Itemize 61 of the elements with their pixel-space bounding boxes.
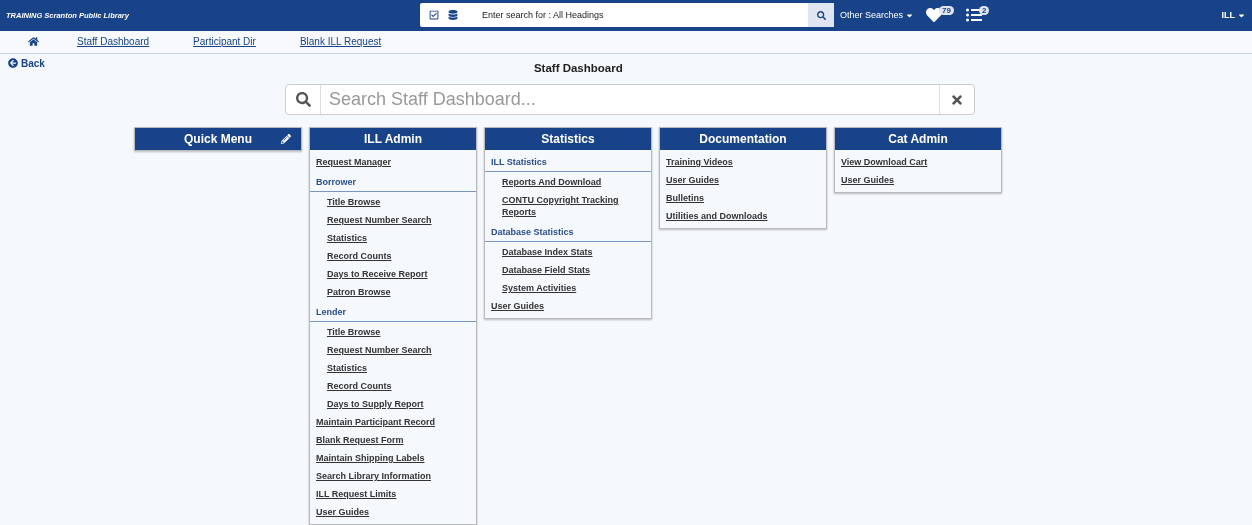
menu-link[interactable]: Training Videos: [660, 154, 826, 170]
menu-link[interactable]: User Guides: [660, 172, 826, 188]
search-input[interactable]: Search Staff Dashboard...: [320, 85, 940, 114]
menu-link[interactable]: System Activities: [485, 280, 651, 296]
section-heading: Database Statistics: [485, 222, 651, 242]
close-icon: [950, 92, 964, 107]
search-field[interactable]: Enter search for : All Headings: [420, 3, 834, 28]
menu-link[interactable]: Statistics: [310, 230, 476, 246]
menu-link[interactable]: Days to Supply Report: [310, 396, 476, 412]
panel-title: Cat Admin: [888, 132, 948, 146]
menu-link[interactable]: Statistics: [310, 360, 476, 376]
menu-link[interactable]: Days to Receive Report: [310, 266, 476, 282]
database-icon[interactable]: [448, 10, 458, 21]
search-field[interactable]: Search Staff Dashboard...: [285, 84, 975, 115]
menu-link[interactable]: Request Manager: [310, 154, 476, 170]
menu-link[interactable]: Maintain Participant Record: [310, 414, 476, 430]
section-heading: ILL Statistics: [485, 152, 651, 172]
menu-link[interactable]: Utilities and Downloads: [660, 208, 826, 224]
menu-link[interactable]: Search Library Information: [310, 468, 476, 484]
panel-title: ILL Admin: [364, 132, 422, 146]
search-icon: [816, 10, 826, 20]
page-title: Staff Dashboard: [533, 61, 623, 74]
home-icon[interactable]: [28, 36, 39, 48]
heart-icon[interactable]: [926, 7, 943, 24]
list-icon[interactable]: [965, 7, 982, 24]
menu-link[interactable]: Title Browse: [310, 194, 476, 210]
menu-link[interactable]: Title Browse: [310, 324, 476, 340]
menu-link[interactable]: User Guides: [310, 504, 476, 520]
menu-link[interactable]: View Download Cart: [835, 154, 1001, 170]
list-count: 2: [978, 6, 990, 15]
menu-link[interactable]: ILL Request Limits: [310, 486, 476, 502]
menu-link[interactable]: Patron Browse: [310, 284, 476, 300]
menu-link[interactable]: Record Counts: [310, 248, 476, 264]
menu-link[interactable]: User Guides: [485, 298, 651, 314]
menu-link[interactable]: Blank Request Form: [310, 432, 476, 448]
search-button[interactable]: [808, 3, 834, 28]
checkbox-icon[interactable]: [429, 10, 439, 21]
menu-link[interactable]: Reports And Download: [485, 174, 651, 190]
menu-link[interactable]: Record Counts: [310, 378, 476, 394]
nav-link[interactable]: Staff Dashboard: [77, 36, 150, 48]
section-heading: Lender: [310, 302, 476, 322]
menu-link[interactable]: Database Field Stats: [485, 262, 651, 278]
user-menu[interactable]: ILL: [1221, 10, 1246, 21]
menu-link[interactable]: User Guides: [835, 172, 1001, 188]
nav-link[interactable]: Blank ILL Request: [299, 36, 382, 48]
back-arrow-icon: [8, 58, 18, 69]
back-link[interactable]: Back: [8, 57, 45, 69]
section-heading: Borrower: [310, 172, 476, 192]
menu-link[interactable]: CONTU Copyright Tracking Reports: [485, 192, 651, 220]
menu-link[interactable]: Bulletins: [660, 190, 826, 206]
favorites-count: 79: [939, 6, 954, 15]
pencil-icon[interactable]: [281, 134, 291, 144]
panel-title: Statistics: [541, 132, 595, 146]
panel-title: Documentation: [699, 132, 787, 146]
panel-title: Quick Menu: [184, 132, 252, 146]
nav-link[interactable]: Participant Dir: [193, 36, 256, 48]
other-searches-menu[interactable]: Other Searches: [840, 10, 915, 21]
menu-link[interactable]: Maintain Shipping Labels: [310, 450, 476, 466]
menu-link[interactable]: Request Number Search: [310, 342, 476, 358]
menu-link[interactable]: Database Index Stats: [485, 244, 651, 260]
menu-link[interactable]: Request Number Search: [310, 212, 476, 228]
